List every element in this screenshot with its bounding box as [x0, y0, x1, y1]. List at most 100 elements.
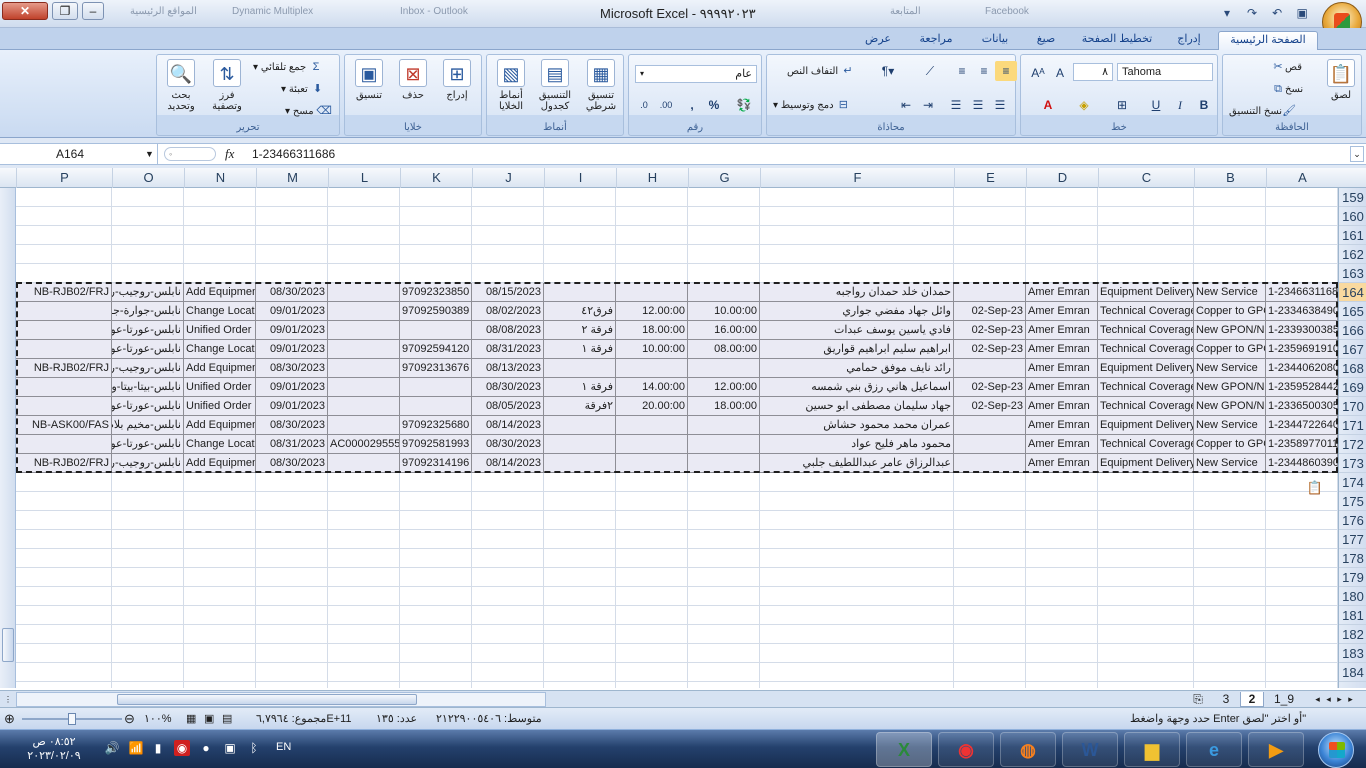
cell-f170[interactable]: جهاد سليمان مصطفى ابو حسين [760, 397, 954, 416]
cell-k172[interactable]: 97092581993 [400, 435, 472, 454]
cell-m169[interactable]: 09/01/2023 [256, 378, 328, 397]
sheet-tab-1-9[interactable]: 1_9 [1266, 692, 1302, 707]
cell-i168[interactable] [544, 359, 616, 378]
cell-l168[interactable] [328, 359, 400, 378]
cell-n165[interactable]: Change Location [184, 302, 256, 321]
cell-i166[interactable]: فرقة ٢ [544, 321, 616, 340]
view-page-break-icon[interactable]: ▤ [222, 711, 232, 727]
row-header-164[interactable]: 164 [1339, 283, 1366, 302]
cell-h168[interactable] [616, 359, 688, 378]
cell-d173[interactable]: Amer Emran [1026, 454, 1098, 473]
increase-indent-icon[interactable]: ⇥ [917, 95, 939, 115]
undo-icon[interactable]: ↶ [1268, 4, 1286, 22]
cell-f173[interactable]: عبدالرزاق عامر عبداللطيف جلبي [760, 454, 954, 473]
cell-k166[interactable] [400, 321, 472, 340]
row-header-173[interactable]: 173 [1339, 454, 1366, 473]
cell-j172[interactable]: 08/30/2023 [472, 435, 544, 454]
row-header-176[interactable]: 176 [1339, 511, 1366, 530]
clock[interactable]: ٠٨:٥٢ ص ٢٠٢٣/٠٢/٠٩ [22, 735, 86, 763]
row-header-167[interactable]: 167 [1339, 340, 1366, 359]
cell-n170[interactable]: Unified Order [184, 397, 256, 416]
cell-l171[interactable] [328, 416, 400, 435]
row-header-183[interactable]: 183 [1339, 644, 1366, 663]
cell-f171[interactable]: عمران محمد محمود حشاش [760, 416, 954, 435]
cell-j166[interactable]: 08/08/2023 [472, 321, 544, 340]
decrease-decimal-icon[interactable]: .00 [655, 95, 677, 115]
cell-e167[interactable]: 02-Sep-23 [954, 340, 1026, 359]
column-header-a[interactable]: A [1266, 168, 1338, 188]
cell-k173[interactable]: 97092314196 [400, 454, 472, 473]
column-header-k[interactable]: K [400, 168, 472, 188]
cell-a172[interactable]: 1-23589770110 [1266, 435, 1338, 454]
align-top-icon[interactable]: ≡ [995, 61, 1017, 81]
tray-device-icon[interactable]: ▣ [222, 740, 238, 756]
italic-button[interactable]: I [1169, 95, 1191, 115]
cell-m166[interactable]: 09/01/2023 [256, 321, 328, 340]
cell-d166[interactable]: Amer Emran [1026, 321, 1098, 340]
column-header-j[interactable]: J [472, 168, 544, 188]
zoom-out-icon[interactable]: ⊖ [124, 711, 135, 727]
cell-g165[interactable]: 10.00:00 [688, 302, 760, 321]
cell-j168[interactable]: 08/13/2023 [472, 359, 544, 378]
font-name-select[interactable]: Tahoma [1117, 63, 1213, 81]
column-header-i[interactable]: I [544, 168, 616, 188]
cell-k171[interactable]: 97092325680 [400, 416, 472, 435]
cell-a168[interactable]: 1-23440620800 [1266, 359, 1338, 378]
formula-bar-resize-handle[interactable]: ◦ [164, 147, 216, 161]
cell-i170[interactable]: ٢فرقة [544, 397, 616, 416]
cell-c169[interactable]: Technical Coverage [1098, 378, 1194, 397]
cell-h165[interactable]: 12.00:00 [616, 302, 688, 321]
cell-c167[interactable]: Technical Coverage [1098, 340, 1194, 359]
save-icon[interactable]: ▣ [1293, 4, 1311, 22]
increase-decimal-icon[interactable]: .0 [633, 95, 655, 115]
column-header-h[interactable]: H [616, 168, 688, 188]
cell-h173[interactable] [616, 454, 688, 473]
cell-i169[interactable]: فرقة ١ [544, 378, 616, 397]
decrease-indent-icon[interactable]: ⇤ [895, 95, 917, 115]
font-size-select[interactable]: ٨ [1073, 63, 1113, 81]
cell-k169[interactable] [400, 378, 472, 397]
cell-k168[interactable]: 97092313676 [400, 359, 472, 378]
redo-icon[interactable]: ↷ [1243, 4, 1261, 22]
cell-b166[interactable]: New GPON/Non [1194, 321, 1266, 340]
tab-view[interactable]: عرض [858, 31, 898, 50]
row-header-168[interactable]: 168 [1339, 359, 1366, 378]
column-header-b[interactable]: B [1194, 168, 1266, 188]
cell-o169[interactable]: نابلس-بيتا-بيتا-وسط البلد [112, 378, 184, 397]
shrink-font-icon[interactable]: A [1049, 63, 1071, 83]
wrap-text-button[interactable]: التفاف النص ↵ [787, 63, 855, 81]
cell-n168[interactable]: Add Equipment [184, 359, 256, 378]
cell-i171[interactable] [544, 416, 616, 435]
cell-p165[interactable] [16, 302, 112, 321]
insert-function-button[interactable]: fx [225, 144, 234, 164]
cut-button[interactable]: ✂ قص [1271, 59, 1302, 77]
cell-j165[interactable]: 08/02/2023 [472, 302, 544, 321]
cell-m164[interactable]: 08/30/2023 [256, 283, 328, 302]
cell-e173[interactable] [954, 454, 1026, 473]
cell-b173[interactable]: New Service [1194, 454, 1266, 473]
language-indicator[interactable]: EN [276, 741, 291, 753]
horizontal-scroll-thumb[interactable] [117, 694, 417, 705]
row-header-169[interactable]: 169 [1339, 378, 1366, 397]
cell-c170[interactable]: Technical Coverage [1098, 397, 1194, 416]
new-sheet-icon[interactable]: ⎘ [1186, 692, 1210, 707]
borders-icon[interactable]: ⊞ [1111, 95, 1133, 115]
tray-app-icon[interactable]: ◉ [174, 740, 190, 756]
cell-l172[interactable]: AC000029555 [328, 435, 400, 454]
cell-k167[interactable]: 97092594120 [400, 340, 472, 359]
cell-g166[interactable]: 16.00:00 [688, 321, 760, 340]
cell-c173[interactable]: Equipment Delivery [1098, 454, 1194, 473]
cell-m170[interactable]: 09/01/2023 [256, 397, 328, 416]
name-box-dropdown-icon[interactable]: ▼ [145, 144, 154, 164]
cell-g171[interactable] [688, 416, 760, 435]
cell-a170[interactable]: 1-23365003050 [1266, 397, 1338, 416]
zoom-slider-thumb[interactable] [68, 713, 76, 725]
cell-l166[interactable] [328, 321, 400, 340]
cell-grid[interactable]: NB-RJB02/FRJنابلس-روجيب-رجيبAdd Equipmen… [16, 188, 1338, 688]
cell-g167[interactable]: 08.00:00 [688, 340, 760, 359]
align-center-icon[interactable]: ☰ [967, 95, 989, 115]
font-color-icon[interactable]: A [1037, 95, 1059, 115]
cell-n171[interactable]: Add Equipment [184, 416, 256, 435]
network-icon[interactable]: 📶 [128, 740, 144, 756]
battery-icon[interactable]: ▮ [150, 740, 166, 756]
